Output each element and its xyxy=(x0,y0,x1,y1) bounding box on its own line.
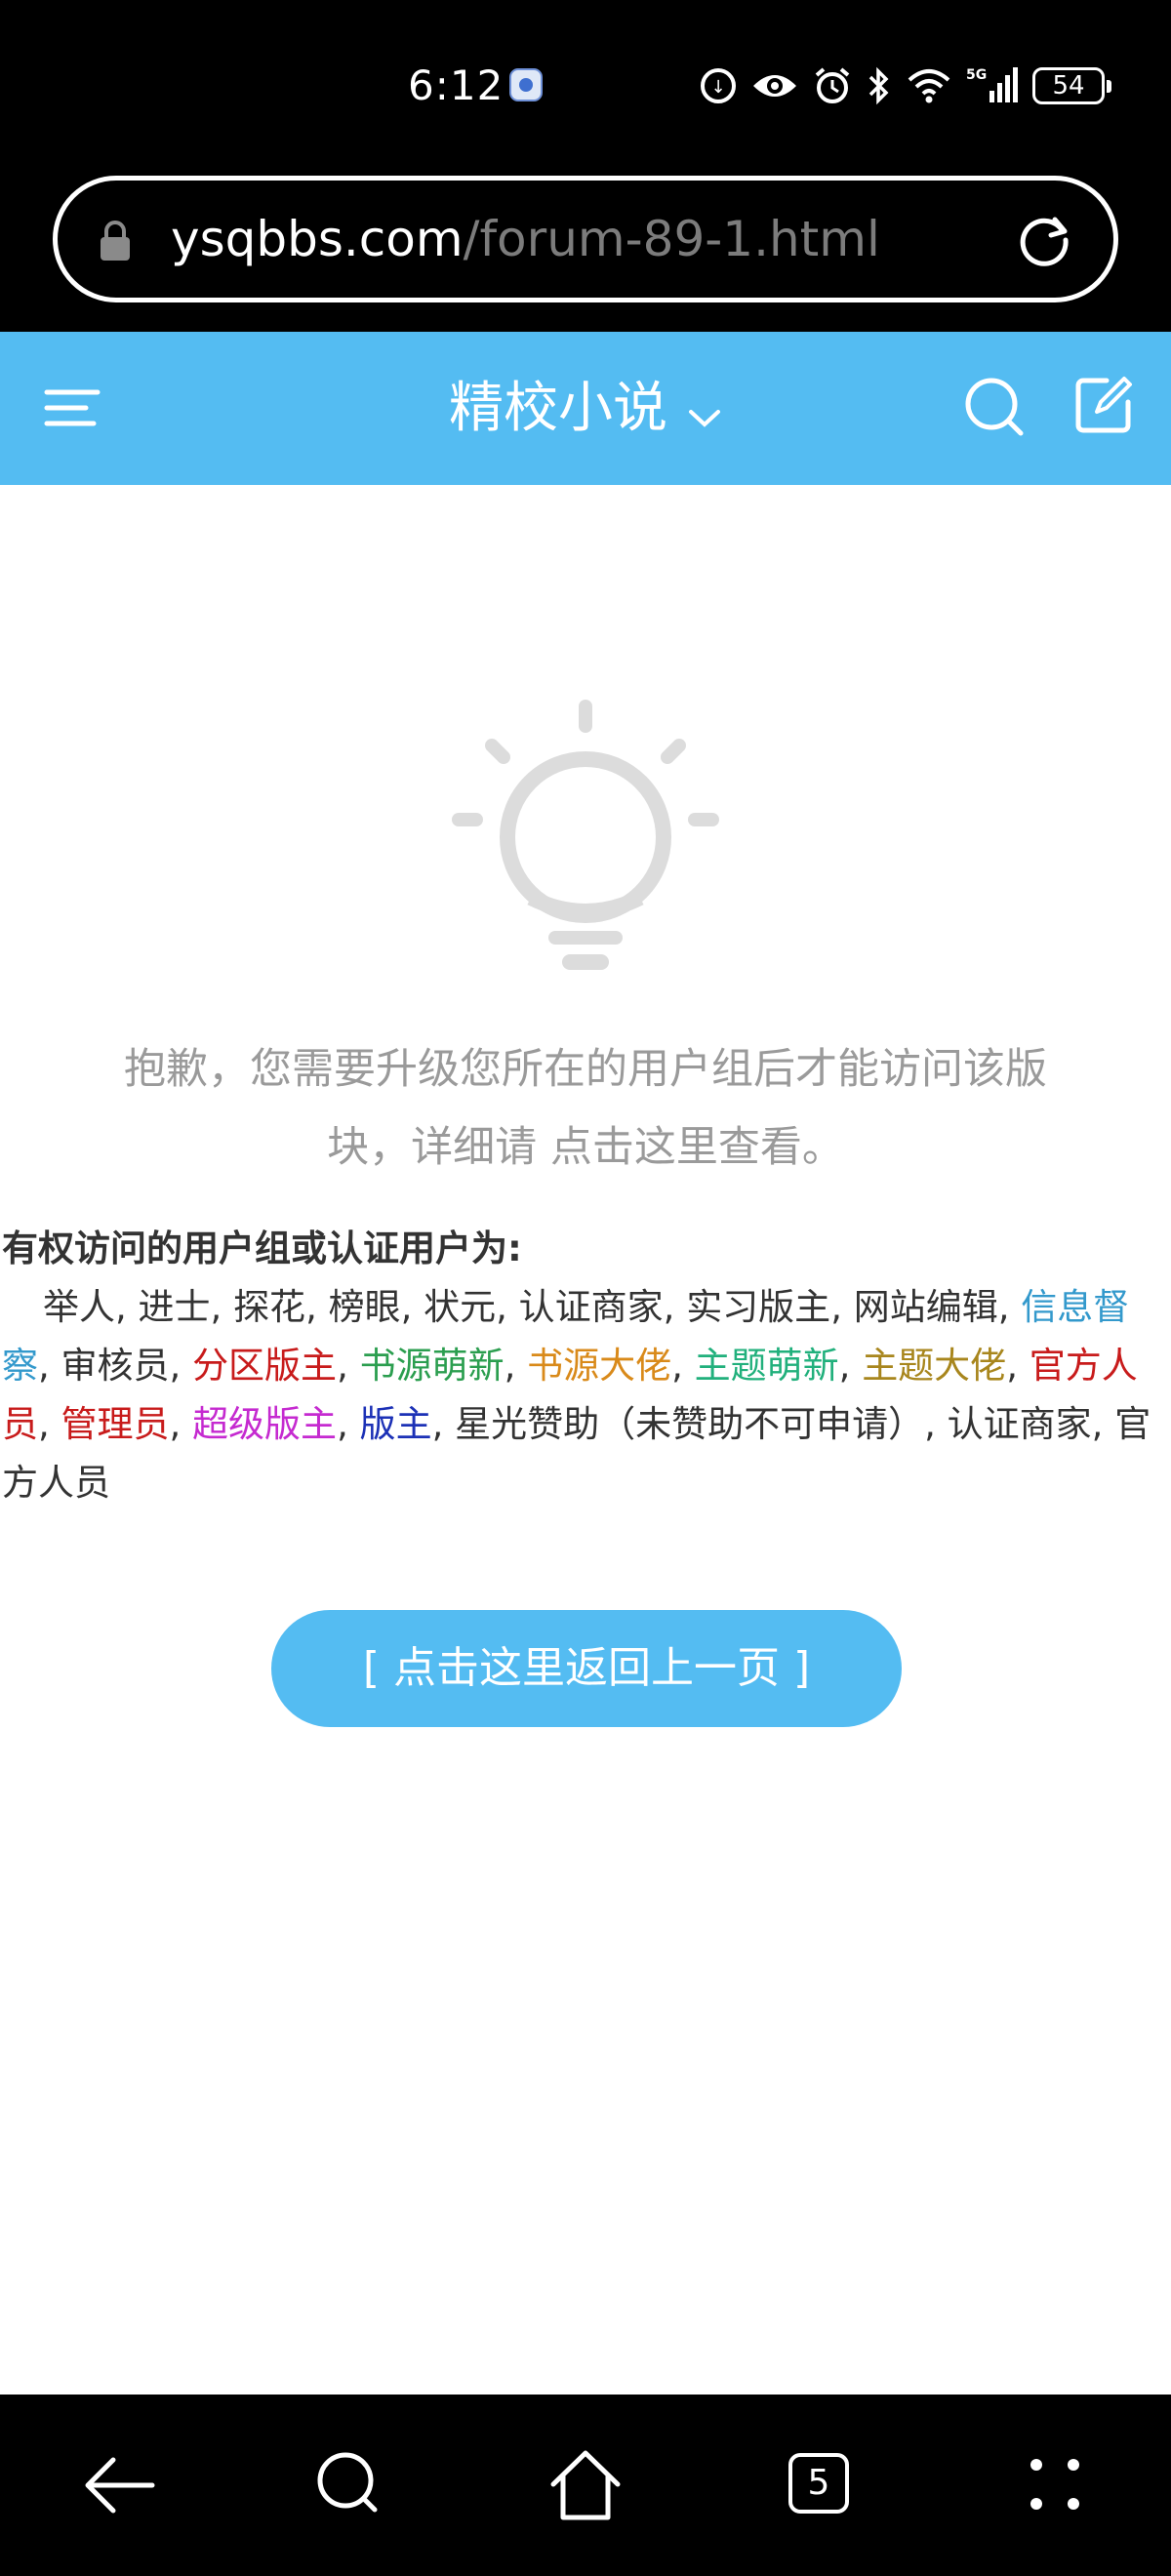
svg-text:5G: 5G xyxy=(966,67,987,83)
user-group-name: 探花 xyxy=(233,1286,306,1328)
back-icon[interactable] xyxy=(74,2441,162,2529)
user-group-name: 认证商家 xyxy=(518,1286,664,1328)
user-group-name: 书源萌新 xyxy=(359,1345,505,1387)
search-icon[interactable] xyxy=(304,2441,392,2529)
url-path: /forum-89-1.html xyxy=(463,211,880,267)
user-group-name: 审核员 xyxy=(61,1345,170,1387)
user-group-name: 分区版主 xyxy=(192,1345,338,1387)
eye-comfort-icon xyxy=(751,68,798,103)
user-group-name: 榜眼 xyxy=(328,1286,401,1328)
forum-title: 精校小说 xyxy=(449,377,667,440)
permission-groups: 举人, 进士, 探花, 榜眼, 状元, 认证商家, 实习版主, 网站编辑, 信息… xyxy=(2,1286,1151,1504)
home-icon[interactable] xyxy=(542,2441,629,2529)
user-group-name: 网站编辑 xyxy=(853,1286,998,1328)
user-group-name: 管理员 xyxy=(61,1403,170,1445)
back-to-previous-button[interactable]: [ 点击这里返回上一页 ] xyxy=(271,1610,902,1727)
user-group-name: 星光赞助（未赞助不可申请） xyxy=(455,1403,925,1445)
user-group-name: 实习版主 xyxy=(686,1286,831,1328)
wifi-icon xyxy=(906,66,952,105)
notification-app-icon xyxy=(509,68,543,101)
url-host: ysqbbs.com xyxy=(171,211,464,267)
reload-icon[interactable] xyxy=(1012,208,1076,276)
more-icon[interactable] xyxy=(1011,2441,1099,2529)
user-group-name: 认证商家 xyxy=(947,1403,1092,1445)
status-time: 6:12 xyxy=(408,61,505,109)
chevron-down-icon xyxy=(687,374,722,450)
signal-5g-icon: 5G xyxy=(966,65,1019,106)
compose-icon[interactable] xyxy=(1073,375,1134,435)
tab-count: 5 xyxy=(788,2453,849,2514)
status-icons: ↓ 5G 54 xyxy=(699,59,1111,113)
status-bar: 6:12 ↓ 5G 54 ysqbbs.com/forum-89-1.html xyxy=(0,0,1171,302)
data-saver-icon: ↓ xyxy=(699,66,738,105)
bluetooth-icon xyxy=(867,65,892,106)
permission-list: 有权访问的用户组或认证用户为: 举人, 进士, 探花, 榜眼, 状元, 认证商家… xyxy=(2,1220,1169,1512)
permission-title: 有权访问的用户组或认证用户为: xyxy=(2,1228,522,1269)
user-group-name: 主题萌新 xyxy=(694,1345,839,1387)
address-bar[interactable]: ysqbbs.com/forum-89-1.html xyxy=(53,176,1118,302)
battery-icon: 54 xyxy=(1032,67,1111,104)
user-group-name: 主题大佬 xyxy=(862,1345,1007,1387)
tabs-icon[interactable]: 5 xyxy=(775,2441,863,2529)
user-group-name: 举人 xyxy=(43,1286,115,1328)
site-header: 精校小说 xyxy=(0,332,1171,485)
user-group-name: 状元 xyxy=(424,1286,497,1328)
user-group-name: 超级版主 xyxy=(192,1403,338,1445)
url-text[interactable]: ysqbbs.com/forum-89-1.html xyxy=(171,210,880,268)
lock-icon xyxy=(99,220,132,266)
access-denied-message: 抱歉，您需要升级您所在的用户组后才能访问该版块，详细请 点击这里查看。 xyxy=(124,1045,1047,1172)
user-group-name: 书源大佬 xyxy=(527,1345,672,1387)
svg-text:↓: ↓ xyxy=(710,77,725,98)
user-group-name: 进士 xyxy=(138,1286,211,1328)
alarm-icon xyxy=(812,65,853,106)
lightbulb-icon xyxy=(451,699,720,976)
search-icon[interactable] xyxy=(962,375,1027,439)
bottom-nav: 5 xyxy=(0,2395,1171,2576)
user-group-name: 版主 xyxy=(359,1403,432,1445)
